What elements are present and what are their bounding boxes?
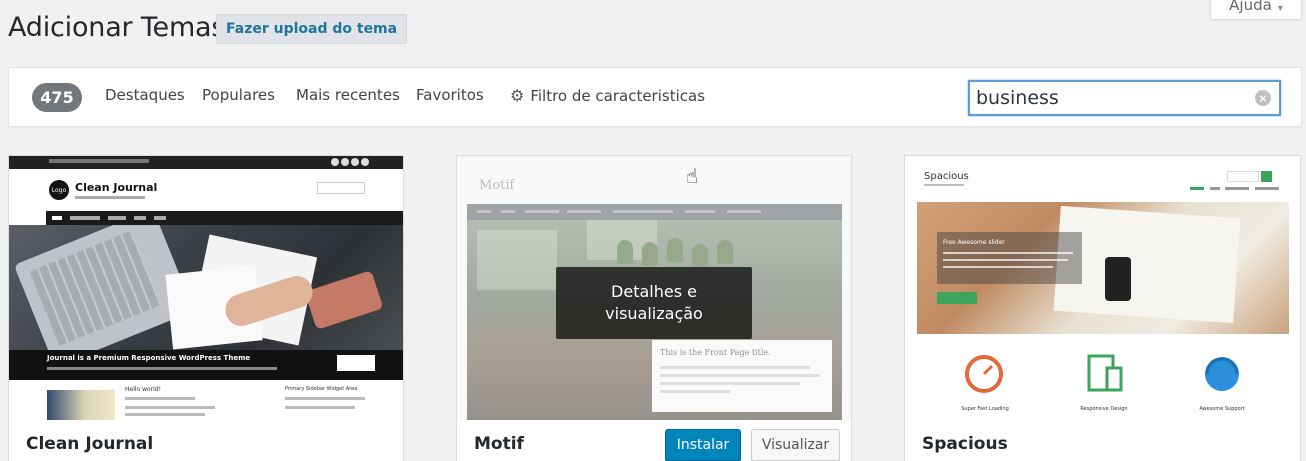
feature-label-responsive: Responsive Design (1080, 406, 1128, 412)
upload-theme-button[interactable]: Fazer upload do tema (216, 14, 408, 44)
screenshot-caption-text: Journal is a Premium Responsive WordPres… (47, 354, 251, 362)
filter-link-featured[interactable]: Destaques (105, 86, 185, 104)
screenshot-topbar (9, 156, 403, 169)
theme-name: Clean Journal (26, 434, 154, 454)
screenshot-site-title: Spacious (924, 171, 969, 182)
filter-link-latest[interactable]: Mais recentes (296, 86, 400, 104)
theme-screenshot[interactable]: Spacious Free Awesome slider Super Fast … (905, 156, 1300, 420)
screenshot-header: Logo Clean Journal (9, 169, 403, 211)
page-title: Adicionar Temas (8, 12, 226, 43)
help-tab[interactable]: Ajuda ▾ (1210, 0, 1302, 20)
feature-filter-label: Filtro de caracteristicas (530, 87, 706, 105)
screenshot-header: Spacious (905, 156, 1300, 202)
responsive-devices-icon (1087, 354, 1123, 392)
gear-icon: ⚙ (510, 86, 525, 105)
theme-count-badge: 475 (32, 83, 82, 112)
clear-search-icon[interactable]: × (1255, 90, 1271, 106)
screenshot-post-title: Hello world! (125, 386, 162, 393)
filter-link-favorites[interactable]: Favoritos (416, 86, 484, 104)
details-preview-overlay[interactable]: Detalhes e visualização (556, 267, 752, 339)
install-button[interactable]: Instalar (665, 429, 741, 461)
loading-speed-icon (965, 355, 1003, 393)
feature-label-loading: Super Fast Loading (961, 406, 1009, 412)
screenshot-hero-image (9, 225, 403, 350)
help-tab-label: Ajuda (1229, 0, 1272, 14)
hand-cursor-icon: ☝ (686, 164, 699, 188)
theme-screenshot[interactable]: Motif This is the Front Page title. Deta… (457, 156, 851, 420)
screenshot-slider-caption: Free Awesome slider (937, 232, 1082, 284)
theme-card-motif[interactable]: Motif This is the Front Page title. Deta… (456, 155, 852, 461)
theme-name: Spacious (922, 434, 1008, 454)
screenshot-content: Hello world! Primary Sidebar Widget Area (9, 380, 403, 420)
chevron-down-icon: ▾ (1277, 3, 1283, 14)
feature-label-support: Awesome Support (1199, 406, 1245, 412)
screenshot-nav (46, 211, 403, 225)
screenshot-logo: Logo (49, 180, 69, 200)
theme-name: Motif (474, 434, 524, 454)
filter-link-popular[interactable]: Populares (202, 86, 275, 104)
screenshot-widget-title: Primary Sidebar Widget Area (285, 386, 358, 392)
theme-filter-bar: 475 Destaques Populares Mais recentes Fa… (8, 67, 1302, 127)
screenshot-slider-title: Free Awesome slider (943, 239, 1005, 246)
theme-search-box: × (968, 80, 1281, 116)
theme-search-input[interactable] (970, 82, 1240, 114)
feature-filter-button[interactable]: ⚙ Filtro de caracteristicas (510, 86, 705, 105)
screenshot-hero-caption: Journal is a Premium Responsive WordPres… (9, 350, 403, 380)
theme-screenshot[interactable]: Logo Clean Journal Journal is a Premium … (9, 156, 403, 420)
theme-card-spacious[interactable]: Spacious Free Awesome slider Super Fast … (904, 155, 1301, 461)
screenshot-site-title: Clean Journal (75, 181, 158, 194)
support-headset-icon (1205, 357, 1239, 391)
theme-card-clean-journal[interactable]: Logo Clean Journal Journal is a Premium … (8, 155, 404, 461)
screenshot-hero-image: Free Awesome slider (917, 202, 1289, 334)
preview-button[interactable]: Visualizar (751, 429, 840, 461)
